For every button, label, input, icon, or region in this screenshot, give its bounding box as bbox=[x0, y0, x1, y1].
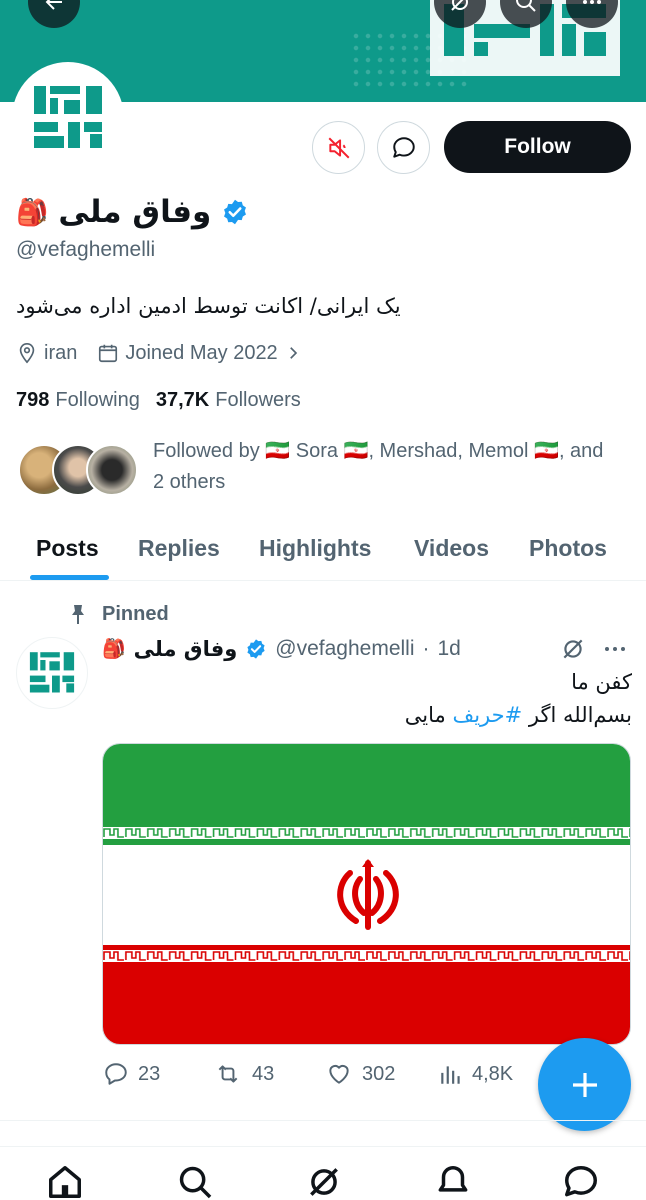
active-tab-indicator bbox=[30, 575, 109, 580]
search-icon bbox=[516, 0, 536, 12]
verified-badge-icon bbox=[224, 199, 247, 225]
name-emoji: 🎒 bbox=[16, 196, 49, 227]
views-icon bbox=[441, 1066, 460, 1084]
hashtag-link[interactable]: #حریف bbox=[452, 703, 522, 727]
grok-icon[interactable] bbox=[560, 636, 586, 662]
post-time[interactable]: 1d bbox=[438, 637, 461, 661]
compose-button[interactable] bbox=[538, 1038, 631, 1131]
search-icon[interactable] bbox=[176, 1163, 214, 1200]
display-name: وفاق ملی bbox=[58, 194, 212, 230]
following-label: Following bbox=[55, 388, 140, 411]
following-count: 798 bbox=[16, 388, 50, 411]
repost-count: 43 bbox=[252, 1062, 275, 1085]
profile-bio: یک ایرانی/ اکانت توسط ادمین اداره می‌شود bbox=[16, 294, 401, 318]
post-line1: کفن ما bbox=[571, 670, 632, 694]
tab-posts[interactable]: Posts bbox=[36, 515, 99, 581]
following-link[interactable]: 798 Following bbox=[16, 389, 140, 412]
profile-meta: iran Joined May 2022 bbox=[16, 338, 322, 368]
location-icon bbox=[19, 343, 35, 364]
tab-videos[interactable]: Videos bbox=[414, 515, 489, 581]
back-button[interactable] bbox=[28, 0, 80, 28]
tab-photos[interactable]: Photos bbox=[529, 515, 607, 581]
bottom-navigation bbox=[0, 1147, 646, 1200]
joined-item[interactable]: Joined May 2022 bbox=[97, 342, 301, 365]
logo-avatar-image bbox=[29, 652, 75, 693]
location-item: iran bbox=[16, 342, 77, 365]
message-icon bbox=[392, 136, 415, 158]
views-count: 4,8K bbox=[472, 1062, 514, 1085]
calendar-icon bbox=[99, 344, 118, 363]
grok-icon bbox=[451, 0, 468, 11]
like-count: 302 bbox=[362, 1062, 396, 1085]
logo-avatar-image bbox=[34, 86, 102, 148]
post-more-icon[interactable] bbox=[602, 637, 628, 661]
profile-tabs: Posts Replies Highlights Videos Photos bbox=[0, 515, 646, 581]
pin-icon bbox=[72, 605, 84, 624]
avatar bbox=[86, 444, 138, 496]
post-divider bbox=[0, 1120, 646, 1121]
followed-by-text[interactable]: Followed by 🇮🇷 Sora 🇮🇷, Mershad, Memol 🇮… bbox=[153, 436, 633, 498]
pinned-label: Pinned bbox=[68, 600, 169, 628]
verified-badge-icon bbox=[247, 639, 265, 659]
followed-by-line1: Followed by 🇮🇷 Sora 🇮🇷, Mershad, Memol 🇮… bbox=[153, 440, 604, 462]
back-arrow-icon bbox=[45, 0, 62, 10]
tab-highlights[interactable]: Highlights bbox=[259, 515, 371, 581]
reply-button[interactable]: 23 bbox=[102, 1058, 160, 1090]
post-author-name[interactable]: وفاق ملی bbox=[134, 637, 238, 661]
more-icon bbox=[583, 0, 601, 4]
compose-plus-icon bbox=[572, 1072, 597, 1097]
post-header: 🎒 وفاق ملی @vefaghemelli · 1d bbox=[102, 633, 461, 665]
like-icon bbox=[329, 1064, 349, 1084]
post-line2-prefix: بسم‌الله اگر bbox=[522, 703, 632, 727]
post-separator: · bbox=[422, 637, 430, 660]
flag-emblem bbox=[337, 859, 399, 930]
repost-icon bbox=[218, 1065, 238, 1083]
repost-button[interactable]: 43 bbox=[212, 1058, 274, 1090]
reply-count: 23 bbox=[138, 1062, 161, 1085]
like-button[interactable]: 302 bbox=[324, 1058, 395, 1090]
follow-button[interactable]: Follow bbox=[444, 121, 631, 173]
followers-link[interactable]: 37,7K Followers bbox=[156, 389, 301, 412]
unmute-button[interactable] bbox=[312, 121, 365, 174]
post-text: کفن ما بسم‌الله اگر #حریف مایی bbox=[102, 666, 632, 732]
grok-icon[interactable] bbox=[305, 1163, 343, 1200]
notifications-icon[interactable] bbox=[434, 1163, 472, 1200]
joined-text: Joined May 2022 bbox=[125, 341, 278, 364]
tab-replies[interactable]: Replies bbox=[138, 515, 220, 581]
chevron-right-icon bbox=[289, 347, 297, 359]
follow-stats: 798 Following 37,7K Followers bbox=[16, 386, 317, 414]
post-author-avatar[interactable] bbox=[16, 637, 88, 709]
author-emoji: 🎒 bbox=[102, 639, 126, 660]
views-button[interactable]: 4,8K bbox=[438, 1058, 513, 1090]
post-author-handle[interactable]: @vefaghemelli bbox=[275, 637, 414, 661]
message-icon[interactable] bbox=[562, 1163, 600, 1200]
profile-handle: @vefaghemelli bbox=[16, 238, 156, 261]
followers-count: 37,7K bbox=[155, 388, 210, 411]
post-image-iran-flag[interactable] bbox=[102, 743, 631, 1045]
reply-icon bbox=[105, 1063, 127, 1085]
pinned-text: Pinned bbox=[102, 602, 169, 625]
post-line2: بسم‌الله اگر #حریف مایی bbox=[102, 699, 632, 732]
followers-label: Followers bbox=[215, 388, 301, 411]
post-actions: 23 43 302 4,8K bbox=[102, 1058, 532, 1090]
location-text: iran bbox=[44, 341, 78, 364]
followed-by-line2: 2 others bbox=[153, 471, 226, 493]
flag-kufic-border-top bbox=[103, 827, 630, 839]
profile-avatar[interactable] bbox=[12, 62, 124, 174]
profile-name-row: 🎒 وفاق ملی bbox=[16, 188, 249, 236]
mute-icon bbox=[328, 137, 349, 158]
home-icon[interactable] bbox=[46, 1163, 84, 1200]
message-button[interactable] bbox=[377, 121, 430, 174]
flag-kufic-border-bottom bbox=[103, 950, 630, 962]
followed-by-avatars[interactable] bbox=[18, 444, 140, 496]
post-line2-suffix: مایی bbox=[404, 703, 453, 727]
